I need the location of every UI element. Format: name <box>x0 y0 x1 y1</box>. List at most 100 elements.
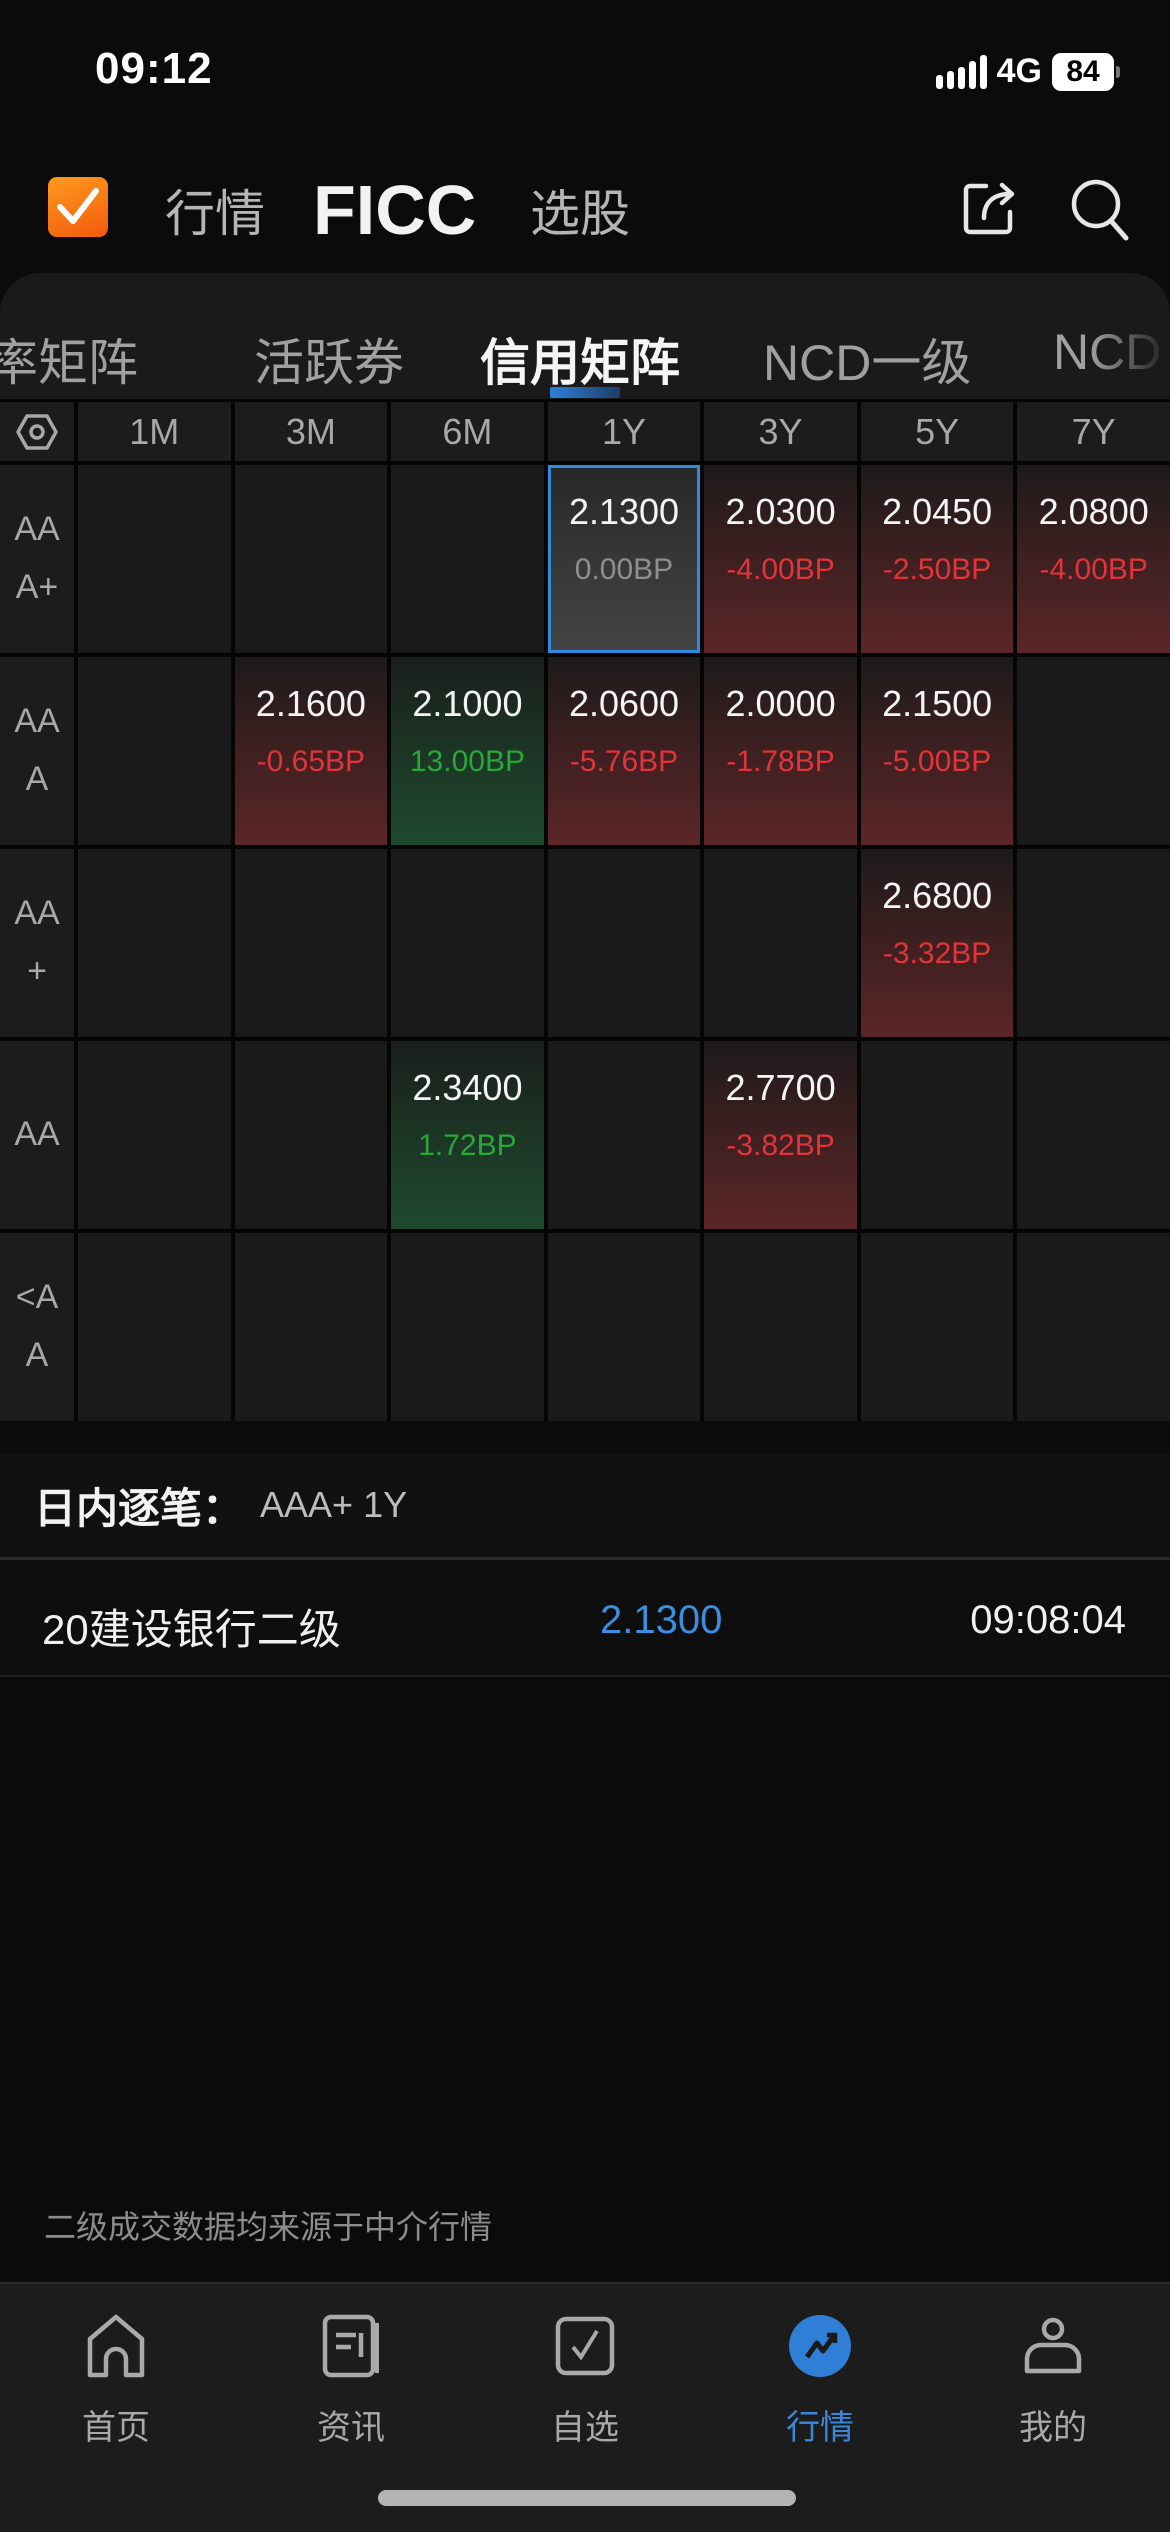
settings-hex-icon[interactable] <box>0 402 74 461</box>
column-header[interactable]: 3Y <box>704 402 857 461</box>
matrix-cell-empty <box>547 849 701 1037</box>
matrix-cell-empty <box>234 1041 388 1229</box>
bottom-tab-label: 自选 <box>551 2409 619 2447</box>
matrix-cell-empty <box>1017 1233 1170 1421</box>
top-nav-market[interactable]: 行情 <box>165 160 265 260</box>
matrix-cell[interactable]: 2.0000 -1.78BP <box>704 657 857 845</box>
cell-change: -3.82BP <box>726 1129 835 1162</box>
matrix-cell[interactable]: 2.6800 -3.32BP <box>860 849 1014 1037</box>
column-header[interactable]: 1M <box>78 402 231 461</box>
matrix-cell[interactable]: 2.1500 -5.00BP <box>860 657 1014 845</box>
watchlist-check-icon <box>545 2306 625 2386</box>
top-nav-stock-picker[interactable]: 选股 <box>530 160 630 260</box>
matrix-header-row: 1M 3M 6M 1Y 3Y 5Y 7Y <box>0 399 1170 461</box>
rating-label: AA A <box>0 657 74 845</box>
credit-matrix-grid: 1M 3M 6M 1Y 3Y 5Y 7Y AA A+ 2.1300 0.00BP 2.0… <box>0 399 1170 1421</box>
sub-tab-bar: 率矩阵 活跃券 信用矩阵 NCD一级 NCD <box>0 273 1170 399</box>
trade-time: 09:08:04 <box>970 1598 1126 1642</box>
rating-label-line: AA <box>14 1115 60 1154</box>
matrix-cell-empty <box>704 1233 857 1421</box>
news-icon <box>311 2306 391 2386</box>
rating-label-line: AA <box>14 702 60 741</box>
matrix-cell-empty <box>234 849 388 1037</box>
matrix-row: AA 2.3400 1.72BP 2.7700 -3.82BP <box>0 1037 1170 1229</box>
matrix-cell[interactable]: 2.1000 13.00BP <box>391 657 544 845</box>
matrix-cell-empty <box>78 465 231 653</box>
cell-rate: 2.0000 <box>725 683 836 724</box>
tab-credit-matrix[interactable]: 信用矩阵 <box>480 323 680 395</box>
bottom-tab-market[interactable]: 行情 <box>745 2306 895 2449</box>
matrix-cell[interactable]: 2.7700 -3.82BP <box>704 1041 857 1229</box>
column-header[interactable]: 7Y <box>1017 402 1170 461</box>
matrix-cell[interactable]: 2.1600 -0.65BP <box>234 657 388 845</box>
column-header[interactable]: 6M <box>391 402 544 461</box>
bottom-tab-watchlist[interactable]: 自选 <box>510 2306 660 2449</box>
rating-label: <A A <box>0 1233 74 1421</box>
app-header: 行情 FICC 选股 <box>0 160 1170 260</box>
matrix-cell-empty <box>234 465 388 653</box>
cell-change: -2.50BP <box>882 553 992 586</box>
matrix-cell-empty <box>860 1041 1014 1229</box>
bottom-tab-news[interactable]: 资讯 <box>276 2306 426 2449</box>
cell-change: -3.32BP <box>882 937 992 970</box>
credit-matrix-panel: 率矩阵 活跃券 信用矩阵 NCD一级 NCD 1M 3M 6M 1Y 3Y 5Y… <box>0 273 1170 1421</box>
column-header[interactable]: 1Y <box>547 402 701 461</box>
cell-change: -5.00BP <box>882 745 992 778</box>
cell-rate: 2.1300 <box>568 491 680 532</box>
status-time: 09:12 <box>95 44 213 93</box>
column-header[interactable]: 3M <box>234 402 388 461</box>
tab-rate-matrix[interactable]: 率矩阵 <box>0 323 138 395</box>
rating-label-line: <A <box>15 1278 59 1317</box>
matrix-cell-empty <box>391 849 544 1037</box>
matrix-cell[interactable]: 2.0600 -5.76BP <box>547 657 701 845</box>
rating-label-line: + <box>27 952 47 990</box>
matrix-cell-empty <box>78 849 231 1037</box>
rating-label-line: A <box>25 760 49 798</box>
cell-change: 1.72BP <box>418 1129 517 1162</box>
bottom-tab-profile[interactable]: 我的 <box>978 2306 1128 2449</box>
market-trend-icon <box>780 2306 860 2386</box>
share-icon[interactable] <box>958 176 1022 240</box>
bottom-tab-home[interactable]: 首页 <box>41 2306 191 2449</box>
home-indicator[interactable] <box>378 2490 796 2506</box>
tab-active-bonds[interactable]: 活跃券 <box>254 323 404 395</box>
cell-change: -5.76BP <box>569 745 679 778</box>
cell-rate: 2.0800 <box>1038 491 1149 532</box>
matrix-row: AA A 2.1600 -0.65BP 2.1000 13.00BP 2.0600 -5.76… <box>0 653 1170 845</box>
matrix-body: AA A+ 2.1300 0.00BP 2.0300 -4.00BP 2.0450 -2.50… <box>0 461 1170 1421</box>
matrix-cell[interactable]: 2.3400 1.72BP <box>391 1041 544 1229</box>
tab-ncd-primary[interactable]: NCD一级 <box>763 323 971 395</box>
data-source-note: 二级成交数据均来源于中介行情 <box>44 2209 493 2245</box>
cell-rate: 2.6800 <box>882 875 993 916</box>
signal-icon <box>935 54 987 89</box>
bottom-tab-label: 首页 <box>82 2409 150 2447</box>
matrix-cell-empty <box>860 1233 1014 1421</box>
cell-change: -1.78BP <box>726 745 835 778</box>
matrix-cell-empty <box>547 1041 701 1229</box>
battery-level: 84 <box>1052 52 1114 91</box>
cell-rate: 2.3400 <box>412 1067 523 1108</box>
matrix-cell-empty <box>234 1233 388 1421</box>
intraday-header: 日内逐笔： AAA+ 1Y <box>0 1453 1170 1557</box>
top-nav-ficc[interactable]: FICC <box>313 160 476 260</box>
matrix-cell[interactable]: 2.0450 -2.50BP <box>860 465 1014 653</box>
network-type: 4G <box>996 52 1042 90</box>
trade-row[interactable]: 20建设银行二级 2.1300 09:08:04 <box>0 1560 1170 1675</box>
column-header[interactable]: 5Y <box>860 402 1014 461</box>
rating-label: AA + <box>0 849 74 1037</box>
app-logo-icon[interactable] <box>48 177 108 237</box>
rating-label-line: AA <box>14 894 60 933</box>
profile-icon <box>1013 2306 1093 2386</box>
matrix-row: AA A+ 2.1300 0.00BP 2.0300 -4.00BP 2.0450 -2.50… <box>0 461 1170 653</box>
cell-rate: 2.0450 <box>882 491 993 532</box>
search-icon[interactable] <box>1066 174 1132 244</box>
cell-rate: 2.0300 <box>725 491 836 532</box>
matrix-cell-empty <box>1017 1041 1170 1229</box>
matrix-cell[interactable]: 2.0800 -4.00BP <box>1017 465 1170 653</box>
matrix-cell[interactable]: 2.0300 -4.00BP <box>704 465 857 653</box>
matrix-cell-empty <box>78 1041 231 1229</box>
matrix-cell[interactable]: 2.1300 0.00BP <box>547 465 701 653</box>
cell-change: 13.00BP <box>409 745 525 778</box>
cell-rate: 2.0600 <box>568 683 680 724</box>
matrix-cell-empty <box>547 1233 701 1421</box>
